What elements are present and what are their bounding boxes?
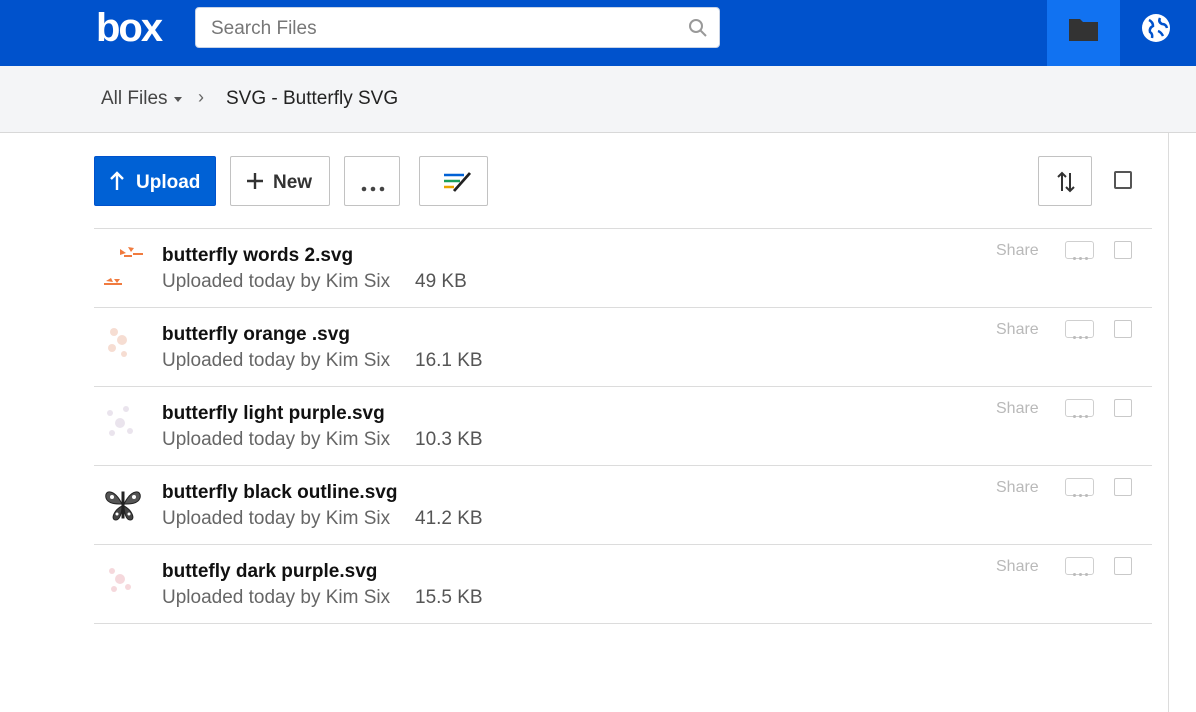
file-list: butterfly words 2.svg Uploaded today by … — [94, 228, 1152, 624]
sort-arrows-icon — [1055, 170, 1077, 199]
share-link[interactable]: Share — [996, 558, 1039, 576]
file-row[interactable]: buttefly dark purple.svg Uploaded today … — [94, 545, 1152, 624]
file-meta: Uploaded today by Kim Six — [162, 508, 391, 529]
file-meta: Uploaded today by Kim Six — [162, 271, 391, 292]
share-link[interactable]: Share — [996, 400, 1039, 418]
box-notes-button[interactable] — [419, 156, 488, 206]
share-link[interactable]: Share — [996, 479, 1039, 497]
more-options-button[interactable] — [344, 156, 400, 206]
file-name[interactable]: butterfly words 2.svg — [162, 245, 353, 267]
search-input[interactable] — [209, 8, 683, 49]
file-thumbnail[interactable] — [100, 241, 146, 293]
ellipsis-icon — [1072, 564, 1089, 582]
search-box[interactable] — [195, 7, 720, 49]
breadcrumb-all-files[interactable]: All Files — [101, 88, 168, 110]
ellipsis-icon — [1072, 327, 1089, 345]
globe-icon[interactable] — [1141, 13, 1171, 43]
row-more-button[interactable] — [1065, 557, 1094, 576]
ellipsis-icon — [361, 179, 385, 197]
file-name[interactable]: butterfly orange .svg — [162, 324, 350, 346]
sidebar-divider — [1168, 133, 1169, 712]
select-all-checkbox[interactable] — [1114, 171, 1132, 189]
arrow-up-icon — [109, 171, 125, 196]
upload-button[interactable]: Upload — [94, 156, 216, 206]
file-size: 10.3 KB — [415, 429, 483, 450]
file-size: 16.1 KB — [415, 350, 483, 371]
top-header: box — [0, 0, 1196, 66]
file-size: 15.5 KB — [415, 587, 483, 608]
notes-pen-icon — [442, 170, 472, 199]
ellipsis-icon — [1072, 406, 1089, 424]
file-thumbnail[interactable] — [100, 399, 146, 451]
upload-button-label: Upload — [136, 172, 201, 193]
share-link[interactable]: Share — [996, 321, 1039, 339]
new-button[interactable]: New — [230, 156, 330, 206]
row-checkbox[interactable] — [1114, 320, 1132, 338]
breadcrumb: All Files › SVG - Butterfly SVG — [0, 66, 1196, 133]
file-row[interactable]: butterfly orange .svg Uploaded today by … — [94, 308, 1152, 387]
file-meta: Uploaded today by Kim Six — [162, 429, 391, 450]
sort-button[interactable] — [1038, 156, 1092, 206]
chevron-down-icon[interactable] — [174, 97, 182, 102]
file-name[interactable]: butterfly light purple.svg — [162, 403, 385, 425]
search-icon[interactable] — [688, 18, 708, 38]
row-more-button[interactable] — [1065, 320, 1094, 339]
row-more-button[interactable] — [1065, 478, 1094, 497]
row-checkbox[interactable] — [1114, 557, 1132, 575]
file-thumbnail[interactable] — [100, 557, 146, 609]
row-more-button[interactable] — [1065, 399, 1094, 418]
breadcrumb-separator: › — [198, 87, 204, 107]
folder-icon — [1068, 16, 1099, 47]
row-checkbox[interactable] — [1114, 241, 1132, 259]
new-button-label: New — [273, 172, 313, 193]
file-meta: Uploaded today by Kim Six — [162, 587, 391, 608]
row-more-button[interactable] — [1065, 241, 1094, 260]
all-files-nav-button[interactable] — [1047, 0, 1120, 66]
file-size: 49 KB — [415, 271, 467, 292]
row-checkbox[interactable] — [1114, 399, 1132, 417]
box-logo[interactable]: box — [96, 6, 163, 50]
file-row[interactable]: butterfly black outline.svg Uploaded tod… — [94, 466, 1152, 545]
file-name[interactable]: buttefly dark purple.svg — [162, 561, 377, 583]
ellipsis-icon — [1072, 248, 1089, 266]
file-row[interactable]: butterfly light purple.svg Uploaded toda… — [94, 387, 1152, 466]
file-row[interactable]: butterfly words 2.svg Uploaded today by … — [94, 229, 1152, 308]
file-thumbnail[interactable] — [100, 320, 146, 372]
file-meta: Uploaded today by Kim Six — [162, 350, 391, 371]
row-checkbox[interactable] — [1114, 478, 1132, 496]
share-link[interactable]: Share — [996, 242, 1039, 260]
plus-icon — [245, 171, 265, 196]
file-size: 41.2 KB — [415, 508, 483, 529]
ellipsis-icon — [1072, 485, 1089, 503]
breadcrumb-current-folder: SVG - Butterfly SVG — [226, 88, 399, 109]
file-thumbnail[interactable] — [100, 478, 146, 530]
file-name[interactable]: butterfly black outline.svg — [162, 482, 397, 504]
